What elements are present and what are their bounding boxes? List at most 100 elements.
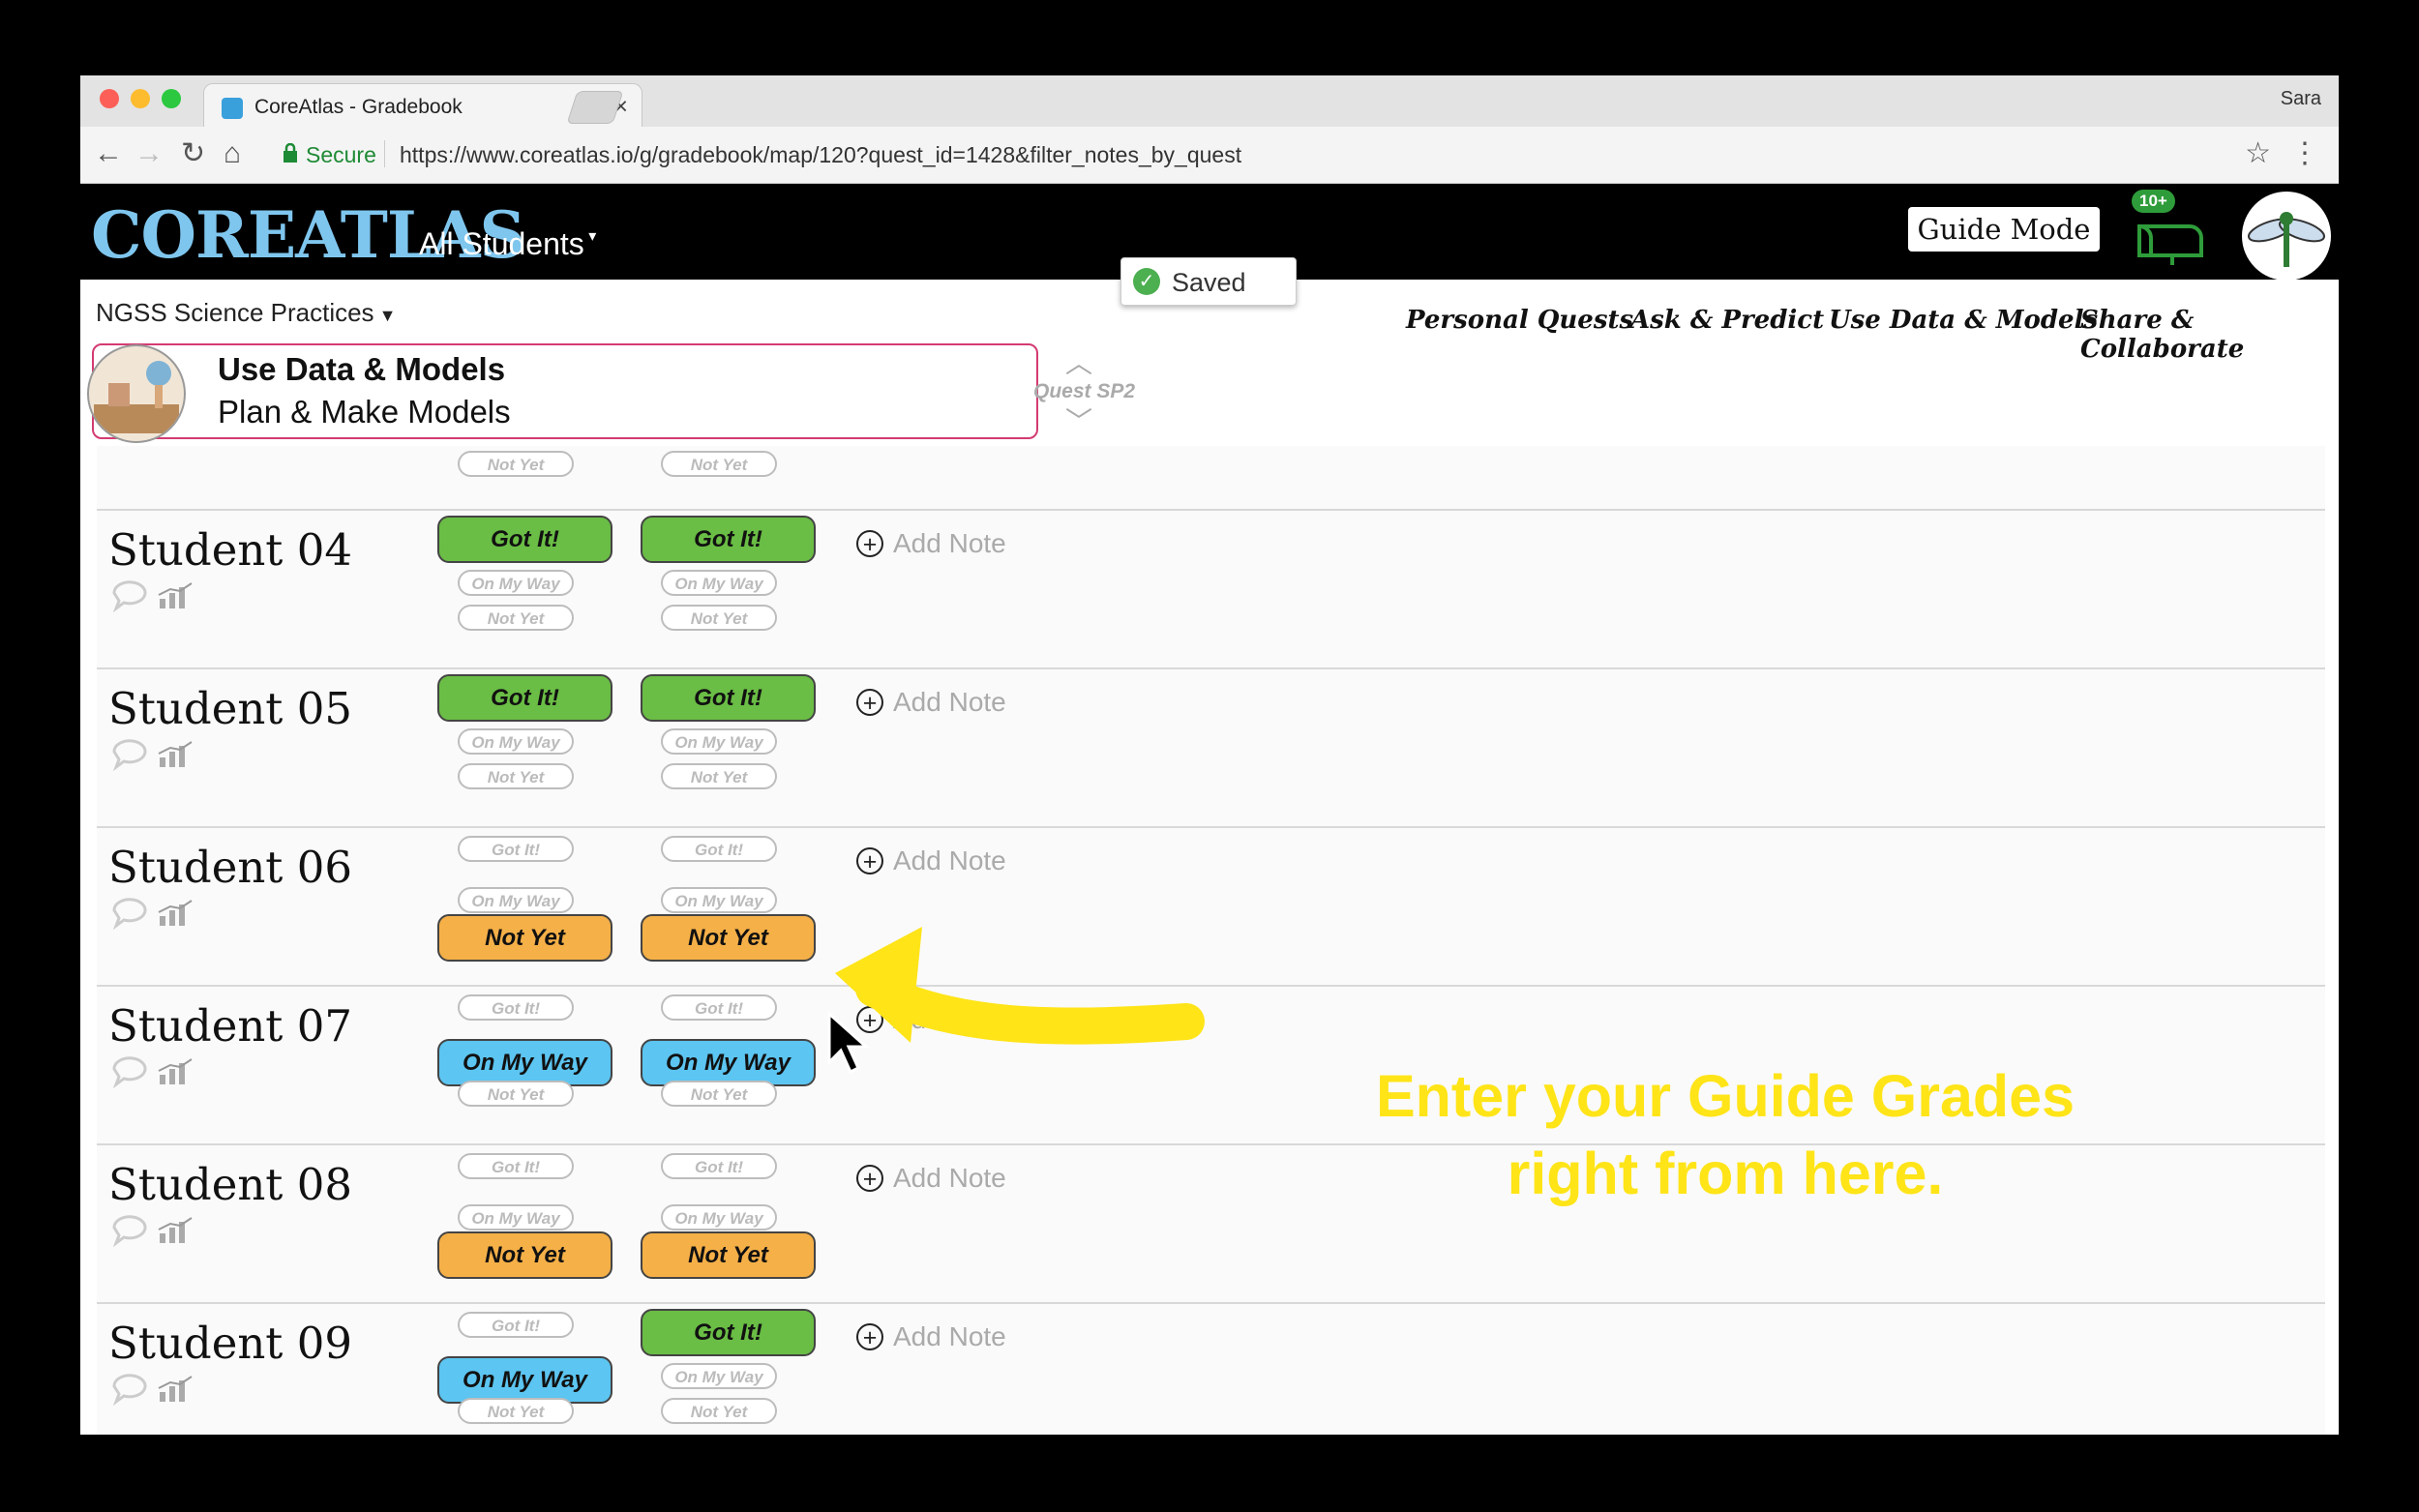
reload-icon[interactable]: ↻ — [181, 136, 205, 171]
standards-dropdown[interactable]: NGSS Science Practices ▼ — [96, 298, 396, 328]
plus-circle-icon: + — [856, 689, 883, 717]
not-yet-button[interactable]: Not Yet — [458, 763, 574, 789]
progress-chart-icon[interactable] — [157, 581, 194, 610]
dragonfly-avatar[interactable] — [2242, 192, 2331, 281]
got-it-button[interactable]: Got It! — [458, 1153, 574, 1179]
not-yet-button[interactable]: Not Yet — [661, 451, 777, 477]
mailbox-icon[interactable] — [2134, 207, 2207, 265]
back-icon[interactable]: ← — [94, 136, 123, 171]
add-note-label: Add Note — [893, 528, 1006, 558]
progress-chart-icon[interactable] — [157, 1057, 194, 1086]
not-yet-button[interactable]: Not Yet — [661, 763, 777, 789]
plus-circle-icon: + — [856, 1165, 883, 1193]
got-it-button[interactable]: Got It! — [661, 1153, 777, 1179]
not-yet-button-selected[interactable]: Not Yet — [641, 914, 816, 962]
nav-personal-quests[interactable]: Personal Quests — [1406, 306, 1633, 335]
add-note-button[interactable]: + Add Note — [856, 528, 1006, 559]
gradebook-grid: Not Yet Not Yet Student 04 Got It! On My … — [97, 446, 2325, 1435]
not-yet-button[interactable]: Not Yet — [458, 1398, 574, 1424]
on-my-way-button[interactable]: On My Way — [661, 570, 777, 596]
comment-bubble-icon[interactable] — [110, 1055, 149, 1088]
on-my-way-button[interactable]: On My Way — [458, 1204, 574, 1230]
progress-chart-icon[interactable] — [157, 1216, 194, 1245]
comment-bubble-icon[interactable] — [110, 1373, 149, 1406]
annotation-line-1: Enter your Guide Grades — [1375, 1063, 2076, 1129]
student-name[interactable]: Student 05 — [108, 683, 352, 734]
on-my-way-button[interactable]: On My Way — [458, 728, 574, 755]
not-yet-button-selected[interactable]: Not Yet — [437, 914, 612, 962]
students-dropdown[interactable]: All Students ▾ — [419, 226, 596, 262]
table-row: Student 05 Got It! On My Way Not Yet Got It… — [97, 667, 2325, 828]
on-my-way-button[interactable]: On My Way — [661, 887, 777, 913]
got-it-button-selected[interactable]: Got It! — [641, 674, 816, 722]
add-note-button[interactable]: + Add Note — [856, 1004, 1006, 1035]
coreatlas-favicon-icon — [222, 98, 243, 119]
lock-icon — [284, 143, 297, 163]
student-name[interactable]: Student 04 — [108, 524, 352, 576]
student-name[interactable]: Student 08 — [108, 1159, 352, 1210]
not-yet-button[interactable]: Not Yet — [661, 1081, 777, 1107]
progress-chart-icon[interactable] — [157, 1375, 194, 1404]
nav-use-data-models[interactable]: Use Data & Models — [1829, 306, 2098, 335]
close-window-icon[interactable] — [100, 89, 119, 108]
nav-share-collaborate[interactable]: Share & Collaborate — [2080, 306, 2339, 364]
comment-bubble-icon[interactable] — [110, 1214, 149, 1247]
student-name[interactable]: Student 09 — [108, 1318, 352, 1369]
on-my-way-button-selected[interactable]: On My Way — [641, 1039, 816, 1086]
not-yet-button[interactable]: Not Yet — [661, 605, 777, 631]
add-note-label: Add Note — [893, 1163, 1006, 1193]
not-yet-button[interactable]: Not Yet — [458, 451, 574, 477]
comment-bubble-icon[interactable] — [110, 738, 149, 771]
not-yet-button[interactable]: Not Yet — [458, 1081, 574, 1107]
not-yet-button[interactable]: Not Yet — [661, 1398, 777, 1424]
on-my-way-button[interactable]: On My Way — [458, 570, 574, 596]
secure-label: Secure — [306, 142, 376, 167]
add-note-button[interactable]: + Add Note — [856, 1321, 1006, 1352]
forward-icon[interactable]: → — [134, 136, 164, 171]
profile-name[interactable]: Sara — [2281, 88, 2321, 110]
on-my-way-button[interactable]: On My Way — [458, 887, 574, 913]
got-it-button[interactable]: Got It! — [661, 994, 777, 1021]
got-it-button-selected[interactable]: Got It! — [437, 516, 612, 563]
student-name[interactable]: Student 06 — [108, 842, 352, 893]
on-my-way-button-selected[interactable]: On My Way — [437, 1039, 612, 1086]
comment-bubble-icon[interactable] — [110, 579, 149, 612]
guide-mode-button[interactable]: Guide Mode — [1908, 207, 2100, 252]
progress-chart-icon[interactable] — [157, 899, 194, 928]
got-it-button-selected[interactable]: Got It! — [641, 516, 816, 563]
quest-down-icon[interactable]: ﹀ — [1065, 400, 1092, 439]
caret-down-icon: ▼ — [373, 306, 397, 325]
on-my-way-button-selected[interactable]: On My Way — [437, 1356, 612, 1404]
got-it-button[interactable]: Got It! — [458, 836, 574, 862]
browser-menu-icon[interactable]: ⋮ — [2290, 136, 2319, 170]
saved-toast: ✓ Saved — [1120, 257, 1297, 306]
on-my-way-button[interactable]: On My Way — [661, 1363, 777, 1389]
got-it-button[interactable]: Got It! — [661, 836, 777, 862]
bookmark-star-icon[interactable]: ☆ — [2245, 136, 2271, 170]
add-note-button[interactable]: + Add Note — [856, 1163, 1006, 1194]
add-note-button[interactable]: + Add Note — [856, 687, 1006, 718]
tab-title: CoreAtlas - Gradebook — [254, 96, 463, 118]
url-field[interactable]: https://www.coreatlas.io/g/gradebook/map… — [400, 142, 1241, 168]
not-yet-button-selected[interactable]: Not Yet — [437, 1231, 612, 1279]
got-it-button[interactable]: Got It! — [458, 994, 574, 1021]
zoom-window-icon[interactable] — [162, 89, 181, 108]
on-my-way-button[interactable]: On My Way — [661, 728, 777, 755]
quest-title: Use Data & Models — [218, 351, 506, 387]
not-yet-button-selected[interactable]: Not Yet — [641, 1231, 816, 1279]
nav-ask-predict[interactable]: Ask & Predict — [1630, 306, 1824, 335]
progress-chart-icon[interactable] — [157, 740, 194, 769]
not-yet-button[interactable]: Not Yet — [458, 605, 574, 631]
got-it-button-selected[interactable]: Got It! — [641, 1309, 816, 1356]
comment-bubble-icon[interactable] — [110, 897, 149, 930]
home-icon[interactable]: ⌂ — [224, 136, 241, 171]
quest-subtitle: Plan & Make Models — [218, 394, 511, 430]
browser-window: CoreAtlas - Gradebook × Sara ← → ↻ ⌂ Sec… — [80, 75, 2339, 1435]
add-note-button[interactable]: + Add Note — [856, 845, 1006, 876]
quest-up-icon[interactable]: ︿ — [1065, 342, 1092, 381]
on-my-way-button[interactable]: On My Way — [661, 1204, 777, 1230]
got-it-button-selected[interactable]: Got It! — [437, 674, 612, 722]
got-it-button[interactable]: Got It! — [458, 1312, 574, 1338]
minimize-window-icon[interactable] — [131, 89, 150, 108]
student-name[interactable]: Student 07 — [108, 1000, 352, 1052]
